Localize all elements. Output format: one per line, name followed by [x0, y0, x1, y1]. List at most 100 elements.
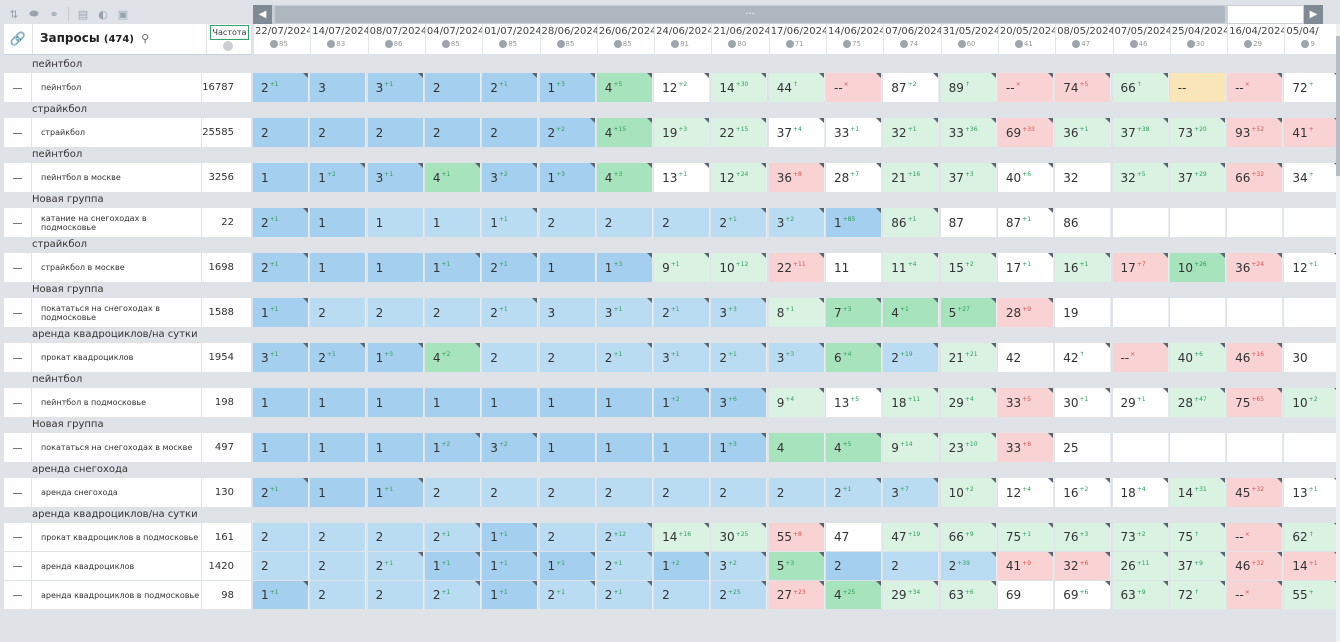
table-row[interactable]: аренда снегохода 130 2 +1 1 1 +1 2 2 2 2 2 2 2 2 +1 3 +7 1… [4, 478, 1340, 507]
position-cell[interactable]: 1 +1 [424, 552, 481, 580]
position-cell[interactable]: 18 +11 [883, 388, 940, 417]
horizontal-scrollbar[interactable]: ◀ ... ▶ [253, 5, 1323, 24]
position-cell[interactable]: 62 ↑ [1284, 523, 1340, 551]
position-cell[interactable]: 2 +1 [596, 552, 653, 580]
collapse-icon[interactable] [4, 478, 32, 507]
position-cell[interactable]: 69 +6 [1055, 581, 1112, 609]
collapse-icon[interactable] [4, 433, 32, 462]
position-cell[interactable]: 1 +1 [482, 581, 539, 609]
position-cell[interactable]: 2 [310, 581, 367, 609]
position-cell[interactable]: 2 +1 [654, 298, 711, 327]
position-cell[interactable]: 1 [253, 163, 309, 192]
position-cell[interactable]: 2 +1 [596, 581, 653, 609]
position-cell[interactable]: 76 +3 [1055, 523, 1112, 551]
position-cell[interactable]: 3 +1 [367, 73, 424, 102]
position-cell[interactable]: -- × [1112, 343, 1169, 372]
position-cell[interactable]: 2 +19 [883, 343, 940, 372]
position-cell[interactable]: 10 +12 [711, 253, 768, 282]
position-cell[interactable]: 1 +3 [711, 433, 768, 462]
position-cell[interactable]: 21 +21 [940, 343, 997, 372]
table-row[interactable]: аренда квадроциклов 1420 2 2 2 +1 1 +1 1 +1 1 +1 2 +1… [4, 552, 1340, 580]
position-cell[interactable]: 1 [367, 388, 424, 417]
scroll-left-button[interactable]: ◀ [253, 5, 272, 24]
position-cell[interactable]: 1 +85 [826, 208, 882, 237]
position-cell[interactable]: 13 +1 [1284, 478, 1340, 507]
search-icon[interactable]: ⚲ [141, 32, 149, 45]
position-cell[interactable]: 3 +2 [482, 163, 539, 192]
position-cell[interactable]: 29 +1 [1112, 388, 1169, 417]
position-cell[interactable]: 17 +7 [1112, 253, 1169, 282]
position-cell[interactable]: 2 [596, 208, 653, 237]
position-cell[interactable]: 46 +32 [1227, 552, 1284, 580]
date-column-header[interactable]: 24/06/2024 81 [654, 24, 714, 54]
position-cell[interactable]: 63 +9 [1112, 581, 1169, 609]
position-cell[interactable]: 2 +1 [482, 253, 539, 282]
position-cell[interactable] [1112, 298, 1169, 327]
position-cell[interactable]: 75 +65 [1227, 388, 1284, 417]
position-cell[interactable] [1169, 298, 1226, 327]
position-cell[interactable]: 36 +8 [768, 163, 825, 192]
position-cell[interactable]: 29 +4 [940, 388, 997, 417]
position-cell[interactable]: 2 [711, 478, 768, 507]
position-cell[interactable]: 44 ↑ [768, 73, 825, 102]
position-cell[interactable]: -- × [1227, 73, 1284, 102]
date-column-header[interactable]: 21/06/2024 80 [711, 24, 771, 54]
position-cell[interactable]: 4 +5 [826, 433, 882, 462]
position-cell[interactable] [1227, 433, 1284, 462]
position-cell[interactable]: 3 +1 [367, 163, 424, 192]
position-cell[interactable]: 1 +1 [482, 523, 539, 551]
position-cell[interactable]: 4 +1 [883, 298, 940, 327]
position-cell[interactable]: 14 +1 [1284, 552, 1340, 580]
scroll-thumb[interactable]: ... [275, 6, 1225, 23]
table-row[interactable]: покататься на снегоходах в подмосковье 15… [4, 298, 1340, 327]
position-cell[interactable]: 47 +19 [883, 523, 940, 551]
position-cell[interactable]: 29 +34 [883, 581, 940, 609]
position-cell[interactable]: 3 +2 [768, 208, 825, 237]
date-column-header[interactable]: 25/04/2024 30 [1169, 24, 1229, 54]
position-cell[interactable]: 87 +1 [997, 208, 1054, 237]
table-row[interactable]: покататься на снегоходах в москве 497 1 1 1 1… [4, 433, 1340, 462]
position-cell[interactable]: 3 [539, 298, 596, 327]
position-cell[interactable]: 25 [1055, 433, 1112, 462]
position-cell[interactable]: 10 +2 [940, 478, 997, 507]
position-cell[interactable] [1227, 208, 1284, 237]
position-cell[interactable]: 2 [539, 208, 596, 237]
position-cell[interactable]: 1 +2 [310, 163, 367, 192]
position-cell[interactable]: 2 [539, 523, 596, 551]
position-cell[interactable]: 37 +9 [1169, 552, 1226, 580]
position-cell[interactable]: 2 [367, 581, 424, 609]
position-cell[interactable]: 32 +5 [1112, 163, 1169, 192]
position-cell[interactable] [1227, 298, 1284, 327]
position-cell[interactable]: 37 +4 [768, 118, 825, 147]
position-cell[interactable]: 2 +1 [482, 73, 539, 102]
position-cell[interactable]: 37 +29 [1169, 163, 1226, 192]
position-cell[interactable]: 33 +1 [826, 118, 882, 147]
position-cell[interactable]: 10 +26 [1169, 253, 1226, 282]
position-cell[interactable]: 26 +11 [1112, 552, 1169, 580]
position-cell[interactable]: 1 +3 [539, 73, 596, 102]
position-cell[interactable]: 2 +1 [711, 208, 768, 237]
position-cell[interactable]: 2 +1 [253, 208, 309, 237]
position-cell[interactable]: 46 +16 [1227, 343, 1284, 372]
position-cell[interactable]: 1 +1 [482, 552, 539, 580]
position-cell[interactable]: 4 +2 [424, 343, 481, 372]
position-cell[interactable]: 1 +1 [253, 298, 309, 327]
position-cell[interactable]: 3 +3 [768, 343, 825, 372]
collapse-icon[interactable] [4, 298, 32, 327]
position-cell[interactable]: 2 [826, 552, 882, 580]
table-row[interactable]: прокат квадроциклов 1954 3 +1 2 +1 1 +3 4 +2 2 2 2 +1… [4, 343, 1340, 372]
position-cell[interactable]: 2 [768, 478, 825, 507]
position-cell[interactable] [1284, 433, 1340, 462]
position-cell[interactable]: 2 +1 [367, 552, 424, 580]
position-cell[interactable]: 19 [1055, 298, 1112, 327]
position-cell[interactable]: 16 +1 [1055, 253, 1112, 282]
position-cell[interactable]: 15 +2 [940, 253, 997, 282]
position-cell[interactable]: 17 +1 [997, 253, 1054, 282]
position-cell[interactable]: 7 +3 [826, 298, 882, 327]
position-cell[interactable]: 72 + [1284, 73, 1340, 102]
position-cell[interactable]: 32 +1 [883, 118, 940, 147]
table-row[interactable]: пейнтбол в подмосковье 198 1 1 1 1 1 1 1 1 +2 3 +6 9 +… [4, 388, 1340, 417]
position-cell[interactable]: 1 +3 [596, 253, 653, 282]
position-cell[interactable]: 1 [367, 253, 424, 282]
position-cell[interactable]: 37 +3 [940, 163, 997, 192]
